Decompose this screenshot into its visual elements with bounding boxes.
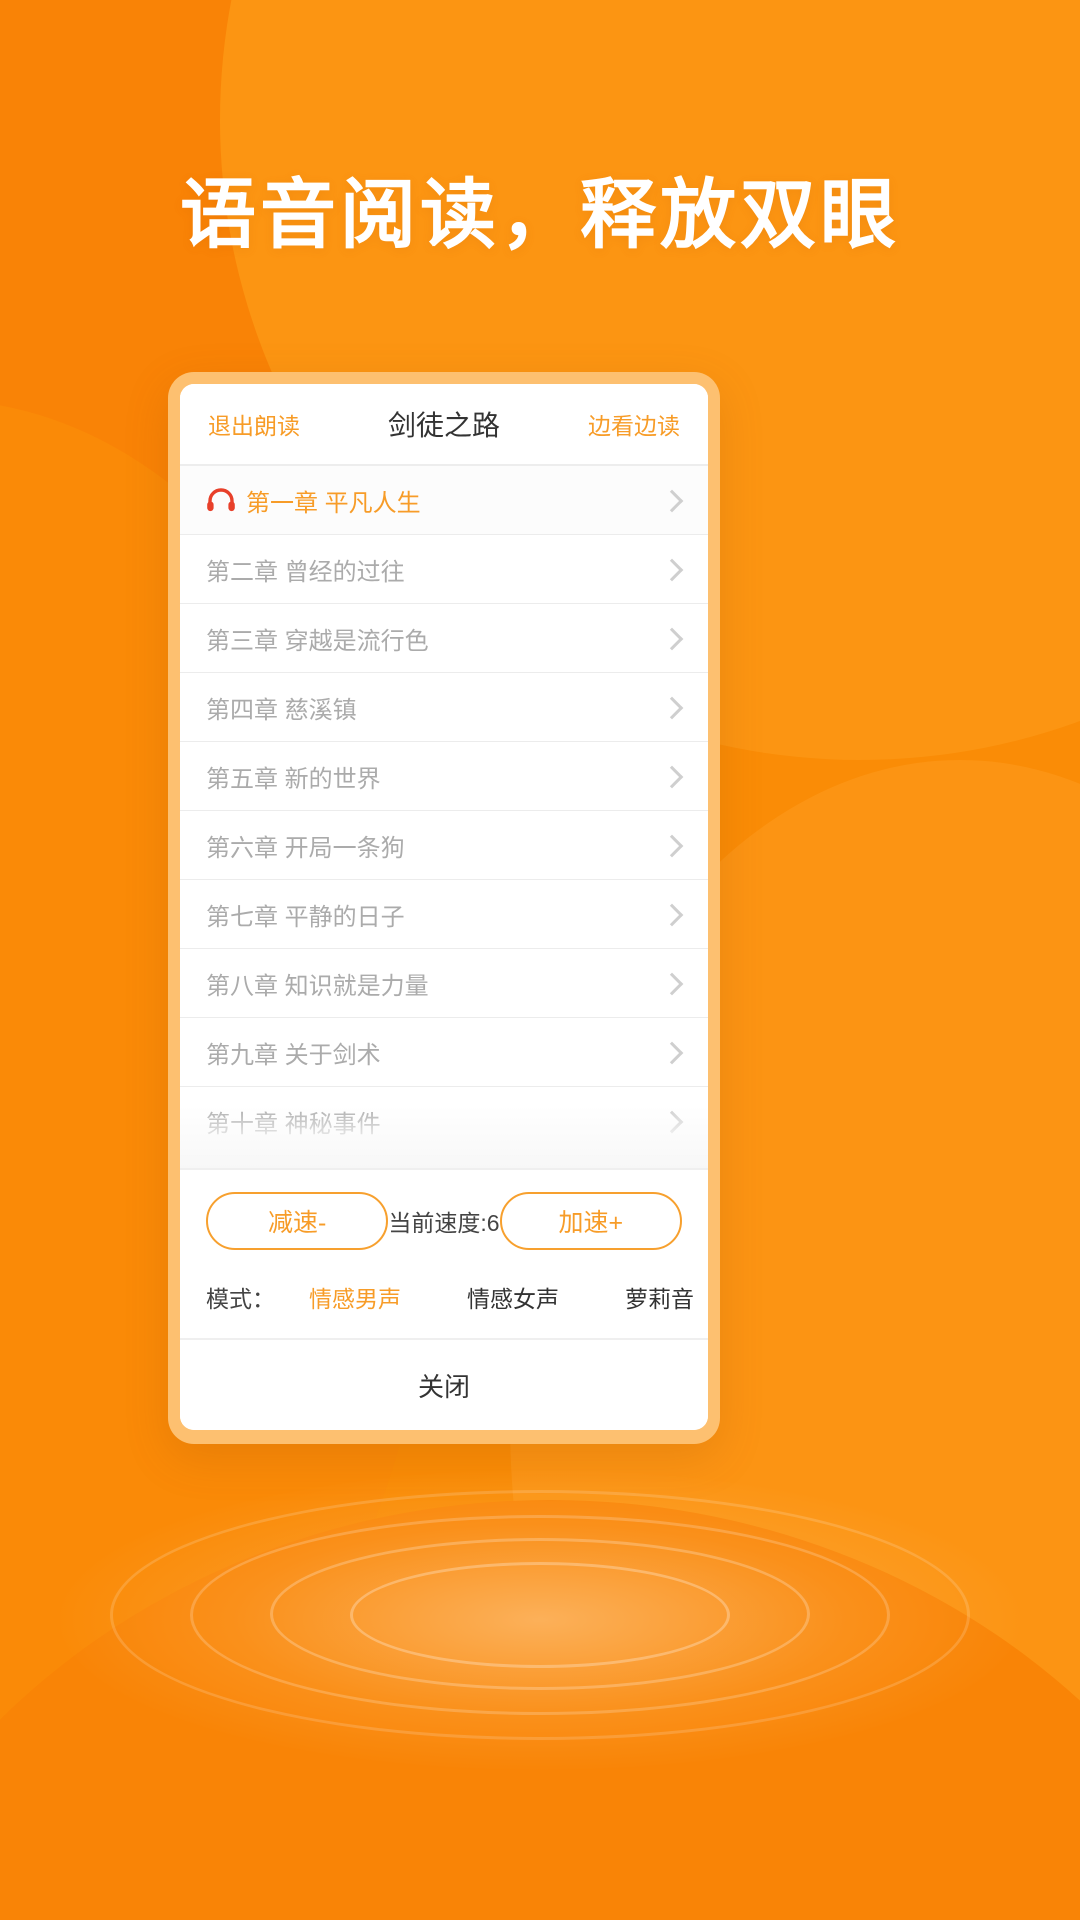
- voice-mode-option-female[interactable]: 情感女声: [467, 1280, 559, 1314]
- chapter-title: 第一章 平凡人生: [246, 489, 421, 517]
- chevron-right-icon: [662, 1110, 684, 1132]
- chapter-list[interactable]: 第一章 平凡人生第二章 曾经的过往 第三章 穿越是流行色 第四章 慈溪镇 第五章 新的…: [180, 466, 708, 1168]
- chevron-right-icon: [662, 765, 684, 787]
- chevron-right-icon: [662, 1041, 684, 1063]
- app-header: 退出朗读 剑徒之路 边看边读: [180, 384, 708, 466]
- chevron-right-icon: [662, 972, 684, 994]
- chapter-row[interactable]: 第十章 神秘事件: [180, 1087, 708, 1156]
- chapter-row[interactable]: 第一章 平凡人生: [180, 466, 708, 535]
- chapter-row[interactable]: 第六章 开局一条狗: [180, 811, 708, 880]
- chapter-title: 第三章 穿越是流行色: [206, 627, 429, 655]
- page-headline: 语音阅读，释放双眼: [180, 173, 900, 258]
- chapter-row[interactable]: 第二章 曾经的过往: [180, 535, 708, 604]
- read-along-button[interactable]: 边看边读: [588, 407, 680, 441]
- close-bar[interactable]: 关闭: [180, 1338, 708, 1430]
- playback-controls: 减速- 当前速度:6 加速+ 模式： 情感男声 情感女声 萝莉音: [180, 1168, 708, 1338]
- chapter-row[interactable]: 第11章 真有妖怪: [180, 1156, 708, 1168]
- increase-speed-button[interactable]: 加速+: [499, 1192, 682, 1250]
- chapter-title: 第八章 知识就是力量: [206, 972, 429, 1000]
- chapter-row[interactable]: 第九章 关于剑术: [180, 1018, 708, 1087]
- chapter-title: 第七章 平静的日子: [206, 903, 405, 931]
- chevron-right-icon: [662, 558, 684, 580]
- voice-mode-option-loli[interactable]: 萝莉音: [625, 1280, 694, 1314]
- chevron-right-icon: [662, 489, 684, 511]
- chevron-right-icon: [662, 696, 684, 718]
- phone-mockup: 退出朗读 剑徒之路 边看边读 第一章 平凡人生第二章 曾经的过往 第三章 穿越是流…: [168, 372, 720, 1444]
- chapter-title: 第六章 开局一条狗: [206, 834, 405, 862]
- chevron-right-icon: [662, 627, 684, 649]
- exit-reading-button[interactable]: 退出朗读: [208, 407, 300, 441]
- chevron-right-icon: [662, 834, 684, 856]
- voice-mode-option-male[interactable]: 情感男声: [309, 1280, 401, 1314]
- chevron-right-icon: [662, 903, 684, 925]
- chapter-row[interactable]: 第三章 穿越是流行色: [180, 604, 708, 673]
- phone-screen: 退出朗读 剑徒之路 边看边读 第一章 平凡人生第二章 曾经的过往 第三章 穿越是流…: [180, 384, 708, 1430]
- chapter-row[interactable]: 第七章 平静的日子: [180, 880, 708, 949]
- chapter-title: 第四章 慈溪镇: [206, 696, 357, 724]
- chapter-row[interactable]: 第八章 知识就是力量: [180, 949, 708, 1018]
- book-title: 剑徒之路: [387, 410, 500, 441]
- speed-control-row: 减速- 当前速度:6 加速+: [206, 1192, 682, 1250]
- chapter-title: 第九章 关于剑术: [206, 1041, 381, 1069]
- promo-screen: 语音阅读，释放双眼 退出朗读 剑徒之路 边看边读 第一章 平凡人生第二章 曾经的…: [0, 0, 1080, 1920]
- chapter-row[interactable]: 第四章 慈溪镇: [180, 673, 708, 742]
- voice-mode-label: 模式：: [206, 1286, 275, 1312]
- chapter-title: 第五章 新的世界: [206, 765, 381, 793]
- decrease-speed-button[interactable]: 减速-: [206, 1192, 389, 1250]
- chapter-title: 第二章 曾经的过往: [206, 558, 405, 586]
- close-button-label: 关闭: [417, 1371, 470, 1402]
- headphone-icon: [206, 488, 240, 512]
- chapter-title: 第十章 神秘事件: [206, 1110, 381, 1138]
- current-speed-label: 当前速度:6: [388, 1210, 500, 1236]
- voice-mode-row: 模式： 情感男声 情感女声 萝莉音: [206, 1258, 694, 1338]
- chapter-row[interactable]: 第五章 新的世界: [180, 742, 708, 811]
